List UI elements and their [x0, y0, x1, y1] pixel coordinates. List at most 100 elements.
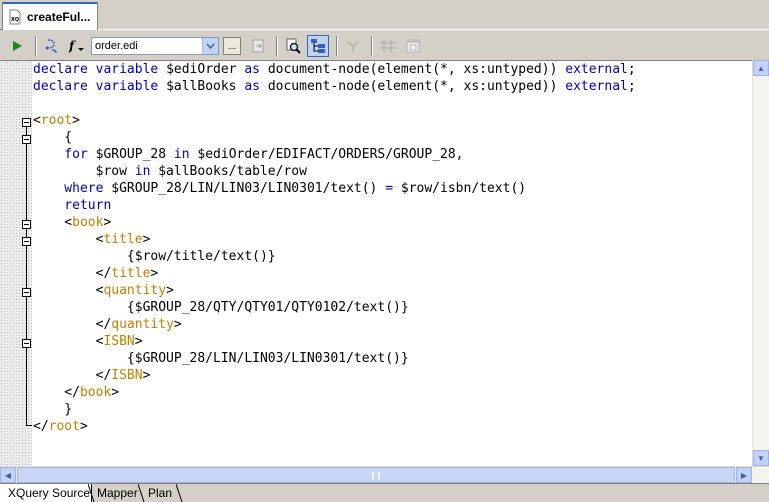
svg-text:XQ: XQ [11, 17, 19, 23]
code-text-token: > [142, 368, 151, 383]
code-line[interactable]: for $GROUP_28 in $ediOrder/EDIFACT/ORDER… [33, 146, 463, 163]
editor-gutter[interactable] [0, 61, 32, 466]
xquery-file-icon: XQ [9, 9, 21, 25]
code-text-token: > [111, 385, 120, 400]
code-keyword: return [33, 198, 112, 213]
code-text-token: $row/isbn/text() [400, 181, 527, 196]
source-select-value: order.edi [95, 40, 138, 52]
structure-view-toggle[interactable] [307, 35, 329, 57]
disable-breakpoints-button[interactable] [402, 35, 424, 57]
scroll-up-button[interactable]: ▲ [753, 60, 769, 76]
toolbar-separator [371, 36, 373, 56]
code-text-token: { [33, 130, 73, 145]
scroll-down-button[interactable]: ▼ [753, 450, 769, 466]
code-text-token: < [33, 113, 41, 128]
tab-mapper[interactable]: Mapper [94, 484, 142, 502]
code-keyword: as [244, 79, 268, 94]
code-line[interactable]: declare variable $allBooks as document-n… [33, 78, 636, 95]
code-tag-name: title [103, 232, 143, 247]
code-tag-name: ISBN [103, 334, 135, 349]
code-text-token: < [33, 334, 104, 349]
code-tag-name: root [40, 113, 73, 128]
tab-divider [176, 484, 183, 502]
browse-button-label: ... [227, 41, 237, 52]
tab-xquery-source[interactable]: XQuery Source [0, 484, 92, 502]
tab-label: XQuery Source [8, 486, 91, 500]
code-text-token: </ [33, 385, 80, 400]
code-line[interactable]: <book> [33, 214, 111, 231]
scroll-right-button[interactable]: ▶ [736, 467, 752, 483]
document-tab-title: createFul... [27, 10, 91, 24]
code-text-token: {$row/title/text()} [33, 249, 276, 264]
fold-toggle-root[interactable] [22, 118, 31, 127]
code-line[interactable]: {$GROUP_28/QTY/QTY01/QTY0102/text()} [33, 299, 409, 316]
code-line[interactable]: { [33, 129, 72, 146]
toggle-breakpoint-button[interactable] [342, 35, 364, 57]
svg-text:f: f [68, 39, 76, 53]
code-line[interactable]: <quantity> [33, 282, 174, 299]
code-line[interactable]: <ISBN> [33, 333, 143, 350]
step-arrows-icon [45, 39, 57, 54]
function-icon: f [68, 39, 84, 53]
code-keyword: where [33, 181, 112, 196]
document-tab[interactable]: XQ createFul... [2, 2, 98, 30]
document-arrow-icon [252, 39, 264, 53]
code-text-token: {$GROUP_28/QTY/QTY01/QTY0102/text()} [33, 300, 409, 315]
code-line[interactable]: return [33, 197, 111, 214]
code-line[interactable]: declare variable $ediOrder as document-n… [33, 61, 636, 78]
find-button[interactable] [282, 35, 304, 57]
code-text-token: document-node(element(*, xs:untyped)) [267, 79, 566, 94]
code-line[interactable]: $row in $allBooks/table/row [33, 163, 307, 180]
code-line[interactable]: {$row/title/text()} [33, 248, 276, 265]
code-tag-name: title [111, 266, 151, 281]
code-line[interactable]: </book> [33, 384, 119, 401]
run-button[interactable] [6, 35, 28, 57]
assign-source-button[interactable] [247, 35, 269, 57]
vertical-scrollbar[interactable]: ▲ ▼ [752, 60, 769, 466]
code-text-token: > [173, 317, 182, 332]
code-line[interactable]: {$GROUP_28/LIN/LIN03/LIN0301/text()} [33, 350, 409, 367]
debug-step-button[interactable] [41, 35, 63, 57]
toolbar: f order.edi ... [0, 32, 769, 60]
code-line[interactable]: </title> [33, 265, 159, 282]
fold-guide-end [26, 425, 32, 426]
toolbar-separator [276, 36, 278, 56]
play-icon [13, 41, 22, 51]
code-line[interactable]: } [33, 401, 72, 418]
fold-toggle-book[interactable] [22, 220, 31, 229]
fold-toggle-quantity[interactable] [22, 288, 31, 297]
code-text-token: > [134, 334, 143, 349]
code-text-token: </ [33, 419, 49, 434]
code-line[interactable]: </quantity> [33, 316, 182, 333]
source-document-select[interactable]: order.edi [91, 37, 219, 55]
code-line[interactable]: </root> [33, 418, 88, 435]
code-line[interactable]: <title> [33, 231, 151, 248]
code-tag-name: ISBN [111, 368, 143, 383]
tab-strip-line [98, 29, 769, 30]
fold-toggle-isbn[interactable] [22, 339, 31, 348]
browse-button[interactable]: ... [223, 37, 241, 55]
code-keyword: in [173, 147, 198, 162]
function-menu-button[interactable]: f [66, 35, 88, 57]
code-keyword: declare variable [33, 62, 167, 77]
code-text-token: </ [33, 266, 112, 281]
code-text-token: > [166, 283, 174, 298]
tab-label: Plan [148, 486, 173, 500]
scroll-left-button[interactable]: ◀ [0, 467, 16, 483]
fold-toggle-title[interactable] [22, 237, 31, 246]
code-text-token: < [33, 283, 104, 298]
code-line[interactable]: <root> [33, 112, 80, 129]
chevron-down-icon[interactable] [202, 38, 218, 54]
code-line[interactable]: where $GROUP_28/LIN/LIN03/LIN0301/text()… [33, 180, 526, 197]
code-tag-name: root [48, 419, 80, 434]
horizontal-scrollbar[interactable]: ◀ ▶ [0, 466, 769, 483]
clear-breakpoints-button[interactable] [377, 35, 399, 57]
code-text-token: document-node(element(*, xs:untyped)) [267, 62, 566, 77]
horizontal-scroll-thumb[interactable] [17, 467, 735, 483]
scroll-grip-icon [372, 471, 380, 479]
fold-toggle-brace[interactable] [22, 135, 31, 144]
code-line[interactable]: </ISBN> [33, 367, 151, 384]
view-tab-bar: XQuery Source Mapper Plan [0, 483, 769, 502]
code-keyword: = [385, 181, 401, 196]
code-editor[interactable]: declare variable $ediOrder as document-n… [0, 60, 752, 466]
